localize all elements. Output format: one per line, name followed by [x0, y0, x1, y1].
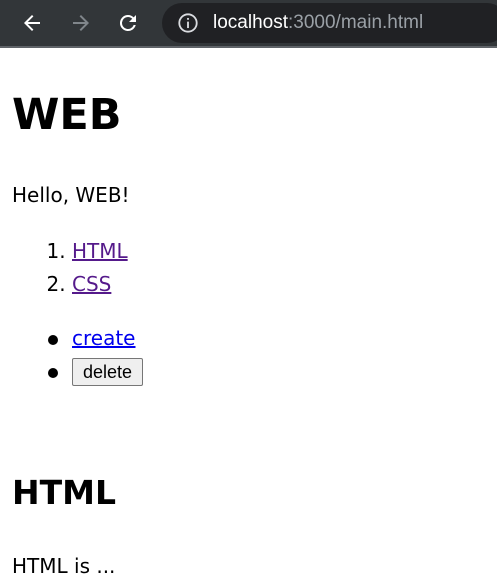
forward-button[interactable]	[65, 7, 97, 39]
back-button[interactable]	[16, 7, 48, 39]
list-item: HTML	[72, 235, 128, 268]
delete-button[interactable]: delete	[72, 358, 144, 386]
list-item: delete	[47, 356, 144, 389]
url-path: :3000/main.html	[288, 12, 424, 33]
address-bar[interactable]: localhost:3000/main.html	[162, 3, 497, 43]
list-item: create	[47, 323, 143, 356]
control-list: create delete	[12, 323, 144, 389]
browser-toolbar: localhost:3000/main.html	[0, 0, 497, 48]
reload-button[interactable]	[112, 7, 144, 39]
url-host: localhost	[213, 12, 288, 33]
section-body: HTML is ...	[12, 554, 116, 578]
list-item: CSS	[72, 268, 128, 301]
topic-link-html[interactable]: HTML	[72, 239, 128, 263]
topic-link-css[interactable]: CSS	[72, 272, 111, 296]
page-title-link[interactable]: WEB	[12, 90, 122, 140]
arrow-right-icon	[73, 15, 89, 31]
section-heading: HTML	[12, 473, 116, 512]
create-link[interactable]: create	[72, 326, 136, 350]
reload-icon	[119, 14, 136, 31]
page-title[interactable]: WEB	[12, 88, 122, 142]
intro-text: Hello, WEB!	[12, 183, 130, 207]
arrow-left-icon	[24, 15, 40, 31]
topic-list: HTML CSS	[12, 235, 128, 301]
info-icon[interactable]	[177, 12, 199, 34]
url-text[interactable]: localhost:3000/main.html	[213, 11, 423, 35]
